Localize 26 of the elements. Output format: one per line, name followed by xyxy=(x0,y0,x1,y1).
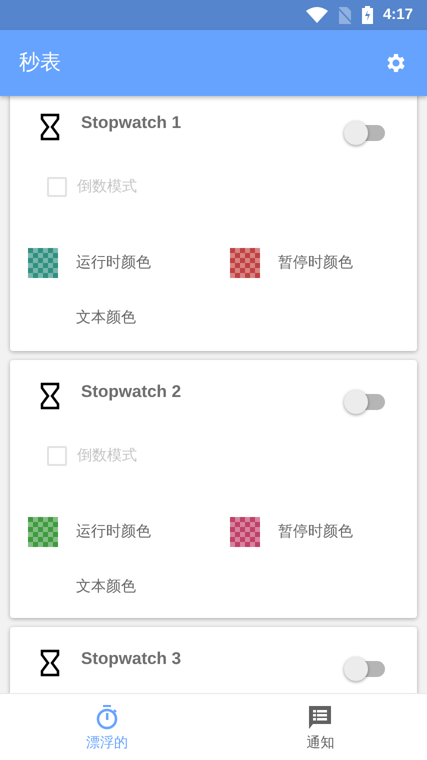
color-label: 运行时颜色 xyxy=(76,252,151,273)
stopwatch-name: Stopwatch 2 xyxy=(81,382,182,402)
color-swatch[interactable] xyxy=(28,248,58,278)
color-label: 暂停时颜色 xyxy=(278,252,353,273)
hourglass-icon xyxy=(40,382,60,410)
color-swatch[interactable] xyxy=(230,248,260,278)
app-title: 秒表 xyxy=(19,50,61,76)
color-label: 文本颜色 xyxy=(76,308,136,328)
message-icon xyxy=(307,704,334,730)
hourglass-icon xyxy=(40,649,60,677)
battery-charging-icon xyxy=(362,6,373,24)
clock-time: 4:17 xyxy=(382,4,413,25)
wifi-icon xyxy=(306,7,328,23)
hourglass-icon xyxy=(40,113,60,141)
no-sim-icon xyxy=(338,6,352,24)
checkbox-label: 倒数模式 xyxy=(77,446,137,466)
color-label: 文本颜色 xyxy=(76,576,136,597)
checkbox-label: 倒数模式 xyxy=(77,176,137,197)
stopwatch-icon xyxy=(94,704,119,730)
nav-tab[interactable]: 通知 xyxy=(214,694,427,760)
stopwatch-name: Stopwatch 1 xyxy=(81,113,182,133)
color-label: 暂停时颜色 xyxy=(278,522,353,542)
stopwatch-name: Stopwatch 3 xyxy=(81,649,182,669)
color-swatch[interactable] xyxy=(28,517,58,547)
color-swatch[interactable] xyxy=(230,517,260,547)
color-label: 运行时颜色 xyxy=(76,522,151,542)
